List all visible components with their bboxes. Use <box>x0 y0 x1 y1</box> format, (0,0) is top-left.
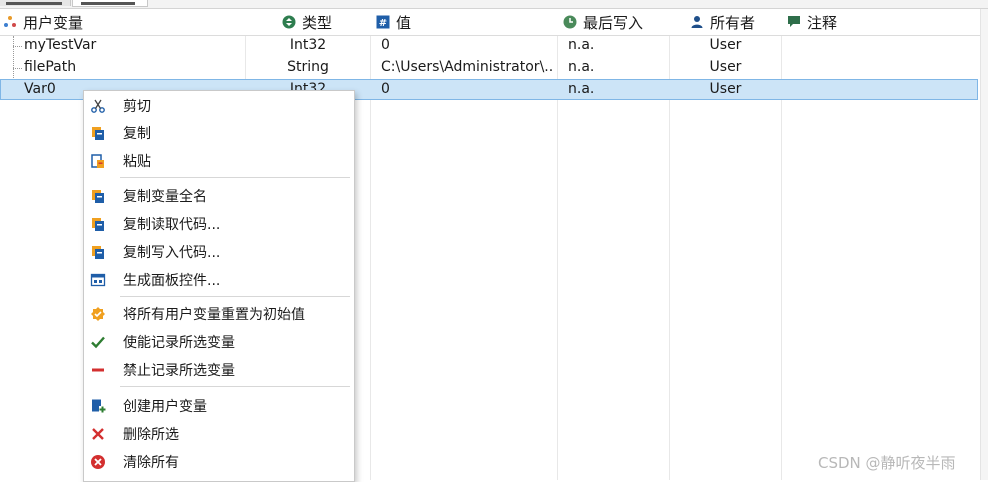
header-value-label: 值 <box>396 13 412 32</box>
menu-separator <box>120 177 350 178</box>
vertical-scrollbar[interactable] <box>980 9 988 480</box>
menu-item-label: 使能记录所选变量 <box>123 335 235 351</box>
cell-comment[interactable] <box>790 57 970 78</box>
header-last-write[interactable]: 最后写入 <box>563 9 643 35</box>
table-row[interactable]: myTestVar Int32 0 n.a. User <box>0 35 978 56</box>
context-menu: 剪切 复制 粘贴 复制变量全名 复制读取代码... 复制写入代码... 生成面板… <box>83 90 355 482</box>
menu-item-label: 复制变量全名 <box>123 189 207 205</box>
copy-icon <box>90 188 106 204</box>
cell-value[interactable]: C:\Users\Administrator\... <box>381 57 553 78</box>
cell-name: filePath <box>24 59 77 75</box>
cell-last-write: n.a. <box>568 81 595 97</box>
menu-item-label: 删除所选 <box>123 427 179 443</box>
header-comment-label: 注释 <box>807 13 838 32</box>
scissors-icon <box>90 98 106 114</box>
menu-item-enable-logging[interactable]: 使能记录所选变量 <box>84 329 354 355</box>
header-type-label: 类型 <box>302 13 333 32</box>
tab-system-variables[interactable] <box>0 0 71 6</box>
menu-item-generate-panel-control[interactable]: 生成面板控件... <box>84 267 354 293</box>
menu-item-label: 粘贴 <box>123 154 151 170</box>
comment-icon <box>787 15 801 29</box>
cell-type: Int32 <box>289 37 327 53</box>
cell-last-write: n.a. <box>568 37 595 53</box>
menu-item-copy[interactable]: 复制 <box>84 120 354 146</box>
watermark: CSDN @静听夜半雨 <box>818 454 956 472</box>
panel-icon <box>90 272 106 288</box>
svg-text:#: # <box>379 18 387 29</box>
tab-user-variables[interactable] <box>72 0 148 7</box>
tab-strip <box>0 0 988 9</box>
menu-item-copy-read-code[interactable]: 复制读取代码... <box>84 211 354 237</box>
paste-icon <box>90 153 106 169</box>
menu-item-copy-write-code[interactable]: 复制写入代码... <box>84 239 354 265</box>
menu-item-disable-logging[interactable]: 禁止记录所选变量 <box>84 357 354 383</box>
header-value[interactable]: # 值 <box>376 9 411 35</box>
menu-item-cut[interactable]: 剪切 <box>84 93 354 119</box>
table-row[interactable]: filePath String C:\Users\Administrator\.… <box>0 57 978 78</box>
menu-separator <box>120 386 350 387</box>
menu-item-delete-selected[interactable]: 删除所选 <box>84 421 354 447</box>
user-icon <box>690 15 704 29</box>
variables-icon <box>3 15 17 29</box>
menu-item-label: 剪切 <box>123 99 151 115</box>
header-comment[interactable]: 注释 <box>787 9 837 35</box>
cell-owner: User <box>709 37 742 53</box>
menu-item-create-user-variable[interactable]: 创建用户变量 <box>84 393 354 419</box>
cell-value[interactable]: 0 <box>381 79 553 100</box>
cell-type: String <box>287 59 329 75</box>
menu-item-label: 将所有用户变量重置为初始值 <box>123 307 305 323</box>
clock-icon <box>563 15 577 29</box>
cell-name: myTestVar <box>24 37 97 53</box>
menu-item-label: 复制 <box>123 126 151 142</box>
copy-icon <box>90 125 106 141</box>
cell-owner: User <box>709 59 742 75</box>
header-owner-label: 所有者 <box>710 13 756 32</box>
hash-icon: # <box>376 15 390 29</box>
menu-separator <box>120 296 350 297</box>
menu-item-label: 禁止记录所选变量 <box>123 363 235 379</box>
header-name-label: 用户变量 <box>23 13 84 32</box>
minus-icon <box>90 362 106 378</box>
cell-last-write: n.a. <box>568 59 595 75</box>
copy-icon <box>90 216 106 232</box>
header-name[interactable]: 用户变量 <box>3 9 83 35</box>
header-type[interactable]: 类型 <box>282 9 332 35</box>
type-icon <box>282 15 296 29</box>
cell-comment[interactable] <box>790 79 970 100</box>
header-owner[interactable]: 所有者 <box>690 9 755 35</box>
menu-item-label: 生成面板控件... <box>123 273 221 289</box>
menu-item-copy-full-name[interactable]: 复制变量全名 <box>84 183 354 209</box>
menu-item-paste[interactable]: 粘贴 <box>84 148 354 174</box>
menu-item-label: 复制读取代码... <box>123 217 221 233</box>
menu-item-label: 清除所有 <box>123 455 179 471</box>
delete-x-icon <box>90 426 106 442</box>
cell-comment[interactable] <box>790 35 970 56</box>
copy-icon <box>90 244 106 260</box>
menu-item-label: 创建用户变量 <box>123 399 207 415</box>
add-document-icon <box>90 398 106 414</box>
menu-item-reset-all[interactable]: 将所有用户变量重置为初始值 <box>84 301 354 327</box>
checkmark-icon <box>90 334 106 350</box>
reset-badge-icon <box>90 306 106 322</box>
cell-owner: User <box>709 81 742 97</box>
tab-label-clipped <box>6 2 62 5</box>
clear-all-icon <box>90 454 106 470</box>
header-last-write-label: 最后写入 <box>583 13 644 32</box>
tab-label-clipped <box>81 2 135 5</box>
menu-item-clear-all[interactable]: 清除所有 <box>84 449 354 475</box>
cell-value[interactable]: 0 <box>381 35 553 56</box>
menu-item-label: 复制写入代码... <box>123 245 221 261</box>
